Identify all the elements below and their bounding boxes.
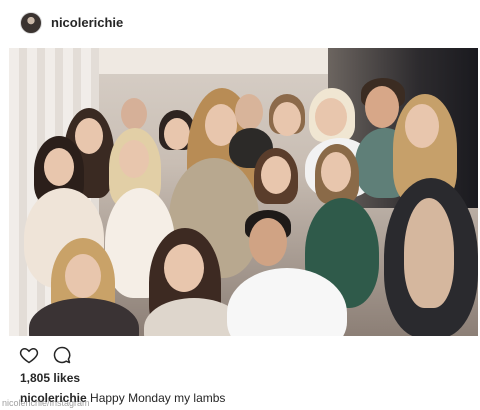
- heart-icon[interactable]: [19, 345, 39, 365]
- post-photo[interactable]: [9, 48, 478, 336]
- avatar[interactable]: [20, 12, 42, 34]
- action-bar: [0, 340, 480, 368]
- likes-count[interactable]: 1,805 likes: [20, 371, 80, 385]
- watermark: nicolerichie/Instagram: [2, 398, 90, 408]
- comment-icon[interactable]: [52, 345, 72, 365]
- caption-text: Happy Monday my lambs: [90, 391, 226, 405]
- post-header: nicolerichie: [0, 0, 480, 46]
- username[interactable]: nicolerichie: [51, 15, 123, 30]
